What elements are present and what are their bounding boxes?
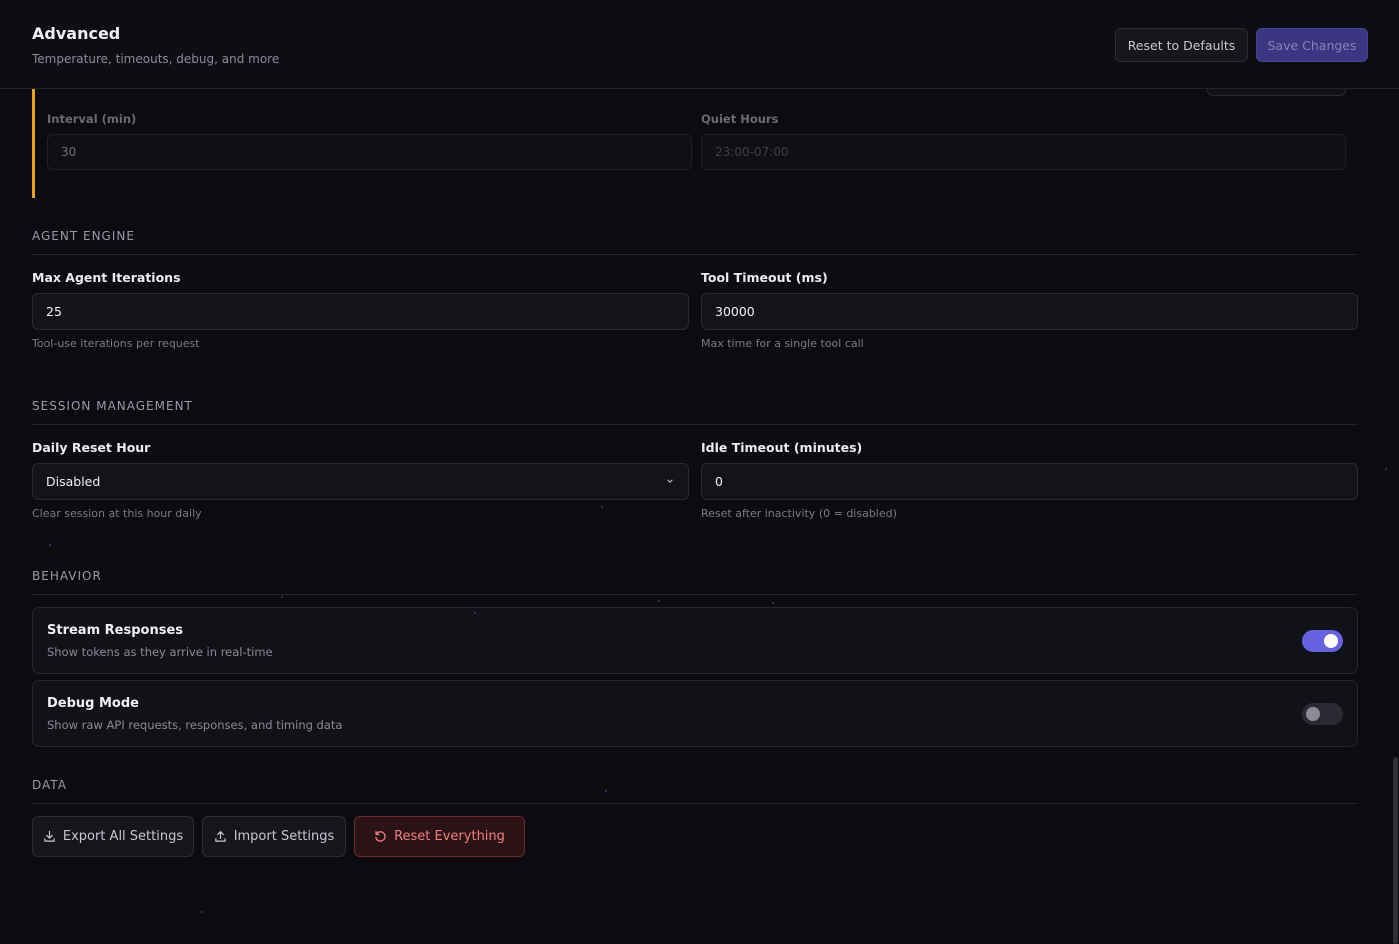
session-management-heading: SESSION MANAGEMENT: [32, 399, 193, 413]
toggle-knob: [1324, 634, 1338, 648]
background-speck: [772, 602, 774, 604]
background-speck: [1385, 468, 1387, 470]
page-title: Advanced: [32, 24, 121, 43]
daily-reset-selected-value: Disabled: [46, 474, 101, 489]
page-subtitle: Temperature, timeouts, debug, and more: [32, 52, 280, 66]
idle-timeout-input[interactable]: 0: [701, 463, 1358, 500]
chevron-down-icon: [667, 479, 673, 483]
advanced-settings-page: Advanced Temperature, timeouts, debug, a…: [0, 0, 1399, 944]
import-label: Import Settings: [233, 829, 335, 844]
quiet-hours-label: Quiet Hours: [701, 112, 779, 126]
session-management-divider: [32, 424, 1358, 425]
debug-mode-toggle[interactable]: [1302, 703, 1343, 725]
background-speck: [601, 506, 603, 508]
max-iterations-label: Max Agent Iterations: [32, 270, 181, 285]
import-settings-button[interactable]: Import Settings: [202, 816, 346, 857]
scrollbar-thumb[interactable]: [1393, 757, 1398, 944]
heartbeat-accent-bar: [32, 89, 35, 198]
background-speck: [658, 600, 660, 602]
export-label: Export All Settings: [62, 829, 184, 844]
background-speck: [201, 911, 203, 913]
background-speck: [49, 544, 51, 546]
rotate-ccw-icon: [375, 831, 386, 842]
toggle-knob: [1306, 707, 1320, 721]
reset-everything-label: Reset Everything: [394, 829, 505, 844]
daily-reset-label: Daily Reset Hour: [32, 440, 151, 455]
daily-reset-hint: Clear session at this hour daily: [32, 507, 202, 520]
tool-timeout-label: Tool Timeout (ms): [701, 270, 828, 285]
reset-to-defaults-button[interactable]: Reset to Defaults: [1115, 28, 1248, 62]
data-divider: [32, 803, 1358, 804]
save-changes-button[interactable]: Save Changes: [1256, 28, 1368, 62]
background-speck: [281, 596, 283, 598]
stream-responses-toggle[interactable]: [1302, 630, 1343, 652]
page-header: Advanced Temperature, timeouts, debug, a…: [0, 0, 1399, 89]
idle-timeout-hint: Reset after inactivity (0 = disabled): [701, 507, 897, 520]
max-iterations-hint: Tool-use iterations per request: [32, 337, 200, 350]
behavior-divider: [32, 594, 1358, 595]
stream-responses-title: Stream Responses: [47, 623, 183, 638]
export-all-settings-button[interactable]: Export All Settings: [32, 816, 194, 857]
interval-input[interactable]: 30: [47, 134, 692, 170]
max-iterations-input[interactable]: 25: [32, 293, 689, 330]
behavior-heading: BEHAVIOR: [32, 569, 102, 583]
debug-mode-desc: Show raw API requests, responses, and ti…: [47, 718, 343, 732]
upload-icon: [214, 831, 226, 842]
agent-engine-heading: AGENT ENGINE: [32, 229, 135, 243]
agent-engine-divider: [32, 254, 1358, 255]
debug-mode-card: Debug Mode Show raw API requests, respon…: [32, 680, 1358, 747]
reset-everything-button[interactable]: Reset Everything: [354, 816, 525, 857]
stream-responses-desc: Show tokens as they arrive in real-time: [47, 645, 273, 659]
stream-responses-card: Stream Responses Show tokens as they arr…: [32, 607, 1358, 674]
idle-timeout-label: Idle Timeout (minutes): [701, 440, 863, 455]
quiet-hours-input[interactable]: 23:00-07:00: [701, 134, 1346, 170]
background-speck: [474, 612, 476, 614]
background-speck: [605, 790, 607, 792]
debug-mode-title: Debug Mode: [47, 696, 139, 711]
download-icon: [44, 830, 55, 842]
data-heading: DATA: [32, 778, 67, 792]
interval-label: Interval (min): [47, 112, 137, 126]
daily-reset-select[interactable]: Disabled: [32, 463, 689, 500]
tool-timeout-input[interactable]: 30000: [701, 293, 1358, 330]
tool-timeout-hint: Max time for a single tool call: [701, 337, 864, 350]
